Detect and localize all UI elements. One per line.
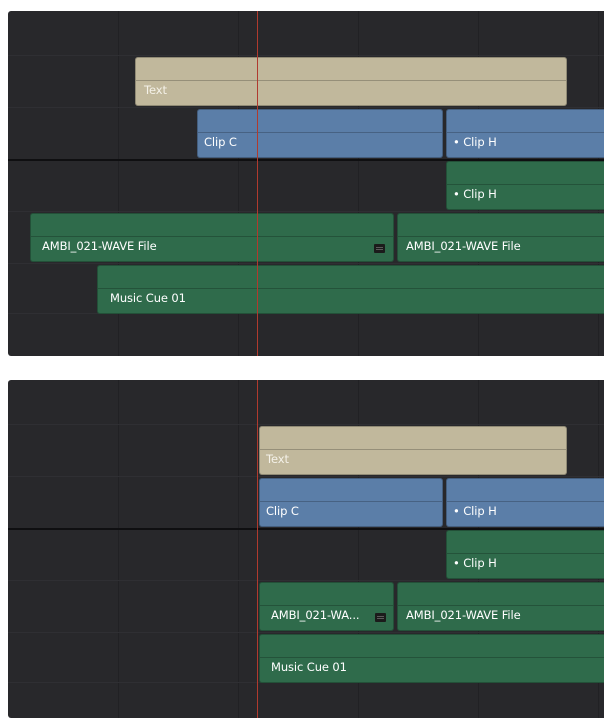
clip-label: • Clip H [453,504,497,518]
grid-line [238,380,239,718]
playhead[interactable] [257,11,258,356]
clip-label: AMBI_021-WAVE File [406,608,521,622]
track-divider [8,263,604,264]
clip-label: AMBI_021-WAVE File [42,239,157,253]
clip-label: AMBI_021-WA... [271,608,360,622]
track-divider [8,580,604,581]
track-divider [8,211,604,212]
clip-label: Text [144,83,167,97]
playhead[interactable] [257,380,258,718]
track-divider [8,55,604,56]
clip-h-video[interactable]: • Clip H [446,478,604,527]
ambi-audio-clip-left[interactable]: AMBI_021-WA... [259,582,394,631]
music-cue-clip[interactable]: Music Cue 01 [97,265,604,314]
clip-c[interactable]: Clip C [259,478,443,527]
clip-label: Music Cue 01 [110,291,186,305]
clip-label: • Clip H [453,187,497,201]
text-clip[interactable]: Text [135,57,567,106]
clip-label: Clip C [266,504,299,518]
clip-h-audio[interactable]: • Clip H [446,161,604,210]
track-divider [8,107,604,108]
clip-h-video[interactable]: • Clip H [446,109,604,158]
clip-label: Text [266,452,289,466]
clip-c[interactable]: Clip C [197,109,443,158]
ambi-audio-clip-right[interactable]: AMBI_021-WAVE File [397,582,604,631]
clip-label: • Clip H [453,135,497,149]
track-divider [8,632,604,633]
clip-label: AMBI_021-WAVE File [406,239,521,253]
track-divider [8,424,604,425]
clip-marker-icon [375,613,386,622]
timeline-panel-top: Text Clip C • Clip H • Clip H AMBI_021-W… [8,11,604,356]
clip-label: Music Cue 01 [271,660,347,674]
track-divider [8,476,604,477]
music-cue-clip[interactable]: Music Cue 01 [259,634,604,683]
ambi-audio-clip-right[interactable]: AMBI_021-WAVE File [397,213,604,262]
grid-line [118,380,119,718]
text-clip[interactable]: Text [259,426,567,475]
clip-marker-icon [374,244,385,253]
clip-h-audio[interactable]: • Clip H [446,530,604,579]
clip-label: • Clip H [453,556,497,570]
clip-label: Clip C [204,135,237,149]
ambi-audio-clip-left[interactable]: AMBI_021-WAVE File [30,213,394,262]
timeline-panel-bottom: Text Clip C • Clip H • Clip H AMBI_021-W… [8,380,604,718]
